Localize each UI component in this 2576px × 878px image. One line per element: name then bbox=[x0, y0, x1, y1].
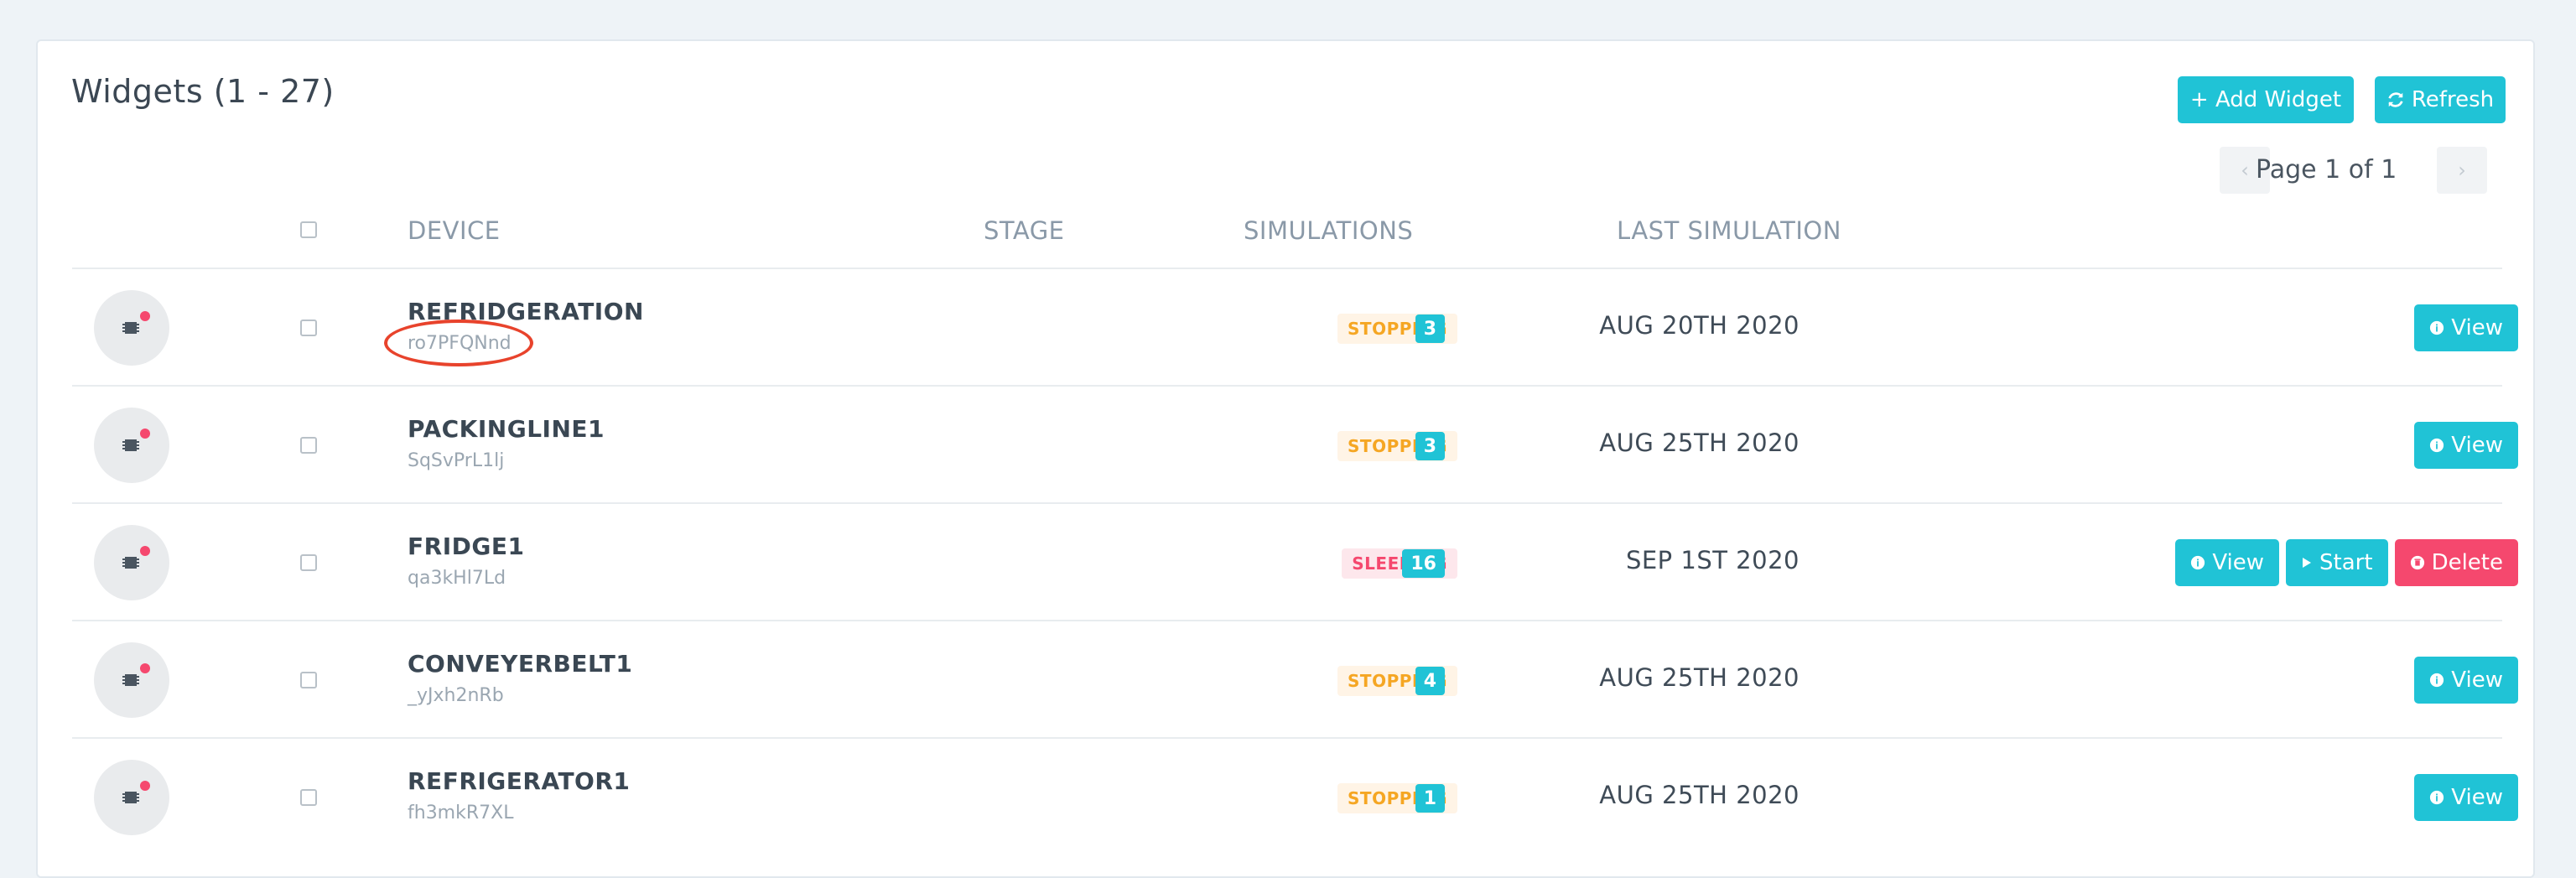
last-simulation-date: AUG 25TH 2020 bbox=[1599, 429, 1800, 457]
device-chip-icon bbox=[122, 674, 139, 686]
row-checkbox[interactable] bbox=[300, 672, 317, 688]
last-simulation-date: AUG 20TH 2020 bbox=[1599, 311, 1800, 340]
last-simulation-date: AUG 25TH 2020 bbox=[1599, 781, 1800, 809]
page-indicator: Page 1 of 1 bbox=[2256, 155, 2397, 184]
start-button[interactable]: Start bbox=[2286, 539, 2388, 586]
device-id: _yJxh2nRb bbox=[408, 685, 504, 706]
view-label: View bbox=[2451, 785, 2503, 810]
row-actions: View bbox=[2414, 304, 2518, 351]
view-label: View bbox=[2451, 668, 2503, 693]
device-chip-icon bbox=[122, 792, 139, 803]
view-label: View bbox=[2451, 433, 2503, 458]
row-actions: View Start Delete bbox=[2175, 539, 2518, 586]
device-avatar bbox=[94, 408, 169, 483]
device-avatar bbox=[94, 290, 169, 366]
next-page-button[interactable]: › bbox=[2437, 147, 2487, 194]
row-checkbox[interactable] bbox=[300, 789, 317, 806]
last-simulation-date: AUG 25TH 2020 bbox=[1599, 663, 1800, 692]
device-chip-icon bbox=[122, 557, 139, 569]
status-dot bbox=[140, 546, 150, 556]
simulations-count: 3 bbox=[1415, 432, 1445, 460]
device-avatar bbox=[94, 525, 169, 600]
table-row: FRIDGE1 qa3kHl7Ld SLEEPING 16 SEP 1ST 20… bbox=[36, 504, 2535, 621]
device-name: REFRIGERATOR1 bbox=[408, 767, 631, 795]
view-button[interactable]: View bbox=[2414, 304, 2518, 351]
row-actions: View bbox=[2414, 422, 2518, 469]
chevron-right-icon: › bbox=[2458, 158, 2466, 182]
device-avatar bbox=[94, 760, 169, 835]
device-name: PACKINGLINE1 bbox=[408, 415, 605, 443]
refresh-icon bbox=[2388, 92, 2403, 107]
view-label: View bbox=[2212, 550, 2265, 575]
row-actions: View bbox=[2414, 657, 2518, 704]
device-avatar bbox=[94, 642, 169, 718]
status-dot bbox=[140, 311, 150, 321]
table-row: PACKINGLINE1 SqSvPrL1lj STOPPING 3 AUG 2… bbox=[36, 387, 2535, 504]
delete-button[interactable]: Delete bbox=[2394, 539, 2518, 586]
simulations-count: 4 bbox=[1415, 667, 1445, 695]
info-icon bbox=[2430, 320, 2444, 335]
row-checkbox[interactable] bbox=[300, 437, 317, 454]
status-dot bbox=[140, 429, 150, 439]
status-dot bbox=[140, 781, 150, 791]
select-all-checkbox[interactable] bbox=[300, 221, 317, 238]
info-icon bbox=[2191, 555, 2205, 570]
add-widget-button[interactable]: + Add Widget bbox=[2178, 76, 2354, 123]
column-header-last-simulation: LAST SIMULATION bbox=[1617, 216, 1841, 245]
row-checkbox[interactable] bbox=[300, 554, 317, 571]
simulations-count: 1 bbox=[1415, 784, 1445, 813]
info-icon bbox=[2430, 673, 2444, 688]
column-header-device: DEVICE bbox=[408, 216, 501, 245]
start-label: Start bbox=[2319, 550, 2373, 575]
info-icon bbox=[2430, 790, 2444, 805]
delete-label: Delete bbox=[2431, 550, 2503, 575]
info-icon bbox=[2430, 438, 2444, 453]
device-chip-icon bbox=[122, 439, 139, 451]
column-header-stage: STAGE bbox=[984, 216, 1065, 245]
device-name: FRIDGE1 bbox=[408, 533, 525, 560]
device-chip-icon bbox=[122, 322, 139, 334]
play-icon bbox=[2303, 558, 2312, 568]
device-name: CONVEYERBELT1 bbox=[408, 650, 633, 678]
last-simulation-date: SEP 1ST 2020 bbox=[1625, 546, 1800, 574]
annotation-highlight bbox=[384, 320, 533, 366]
view-button[interactable]: View bbox=[2175, 539, 2280, 586]
device-id: SqSvPrL1lj bbox=[408, 450, 505, 471]
add-widget-label: + Add Widget bbox=[2189, 87, 2342, 112]
view-button[interactable]: View bbox=[2414, 422, 2518, 469]
simulations-count: 16 bbox=[1402, 549, 1445, 578]
row-checkbox[interactable] bbox=[300, 320, 317, 336]
device-id: qa3kHl7Ld bbox=[408, 568, 506, 589]
simulations-count: 3 bbox=[1415, 314, 1445, 343]
chevron-left-icon: ‹ bbox=[2241, 158, 2249, 182]
table-row: CONVEYERBELT1 _yJxh2nRb STOPPING 4 AUG 2… bbox=[36, 621, 2535, 739]
refresh-button[interactable]: Refresh bbox=[2375, 76, 2506, 123]
view-label: View bbox=[2451, 315, 2503, 340]
trash-icon bbox=[2410, 555, 2424, 570]
device-id: fh3mkR7XL bbox=[408, 803, 514, 823]
refresh-label: Refresh bbox=[2411, 87, 2495, 112]
view-button[interactable]: View bbox=[2414, 657, 2518, 704]
column-header-simulations: SIMULATIONS bbox=[1244, 216, 1414, 245]
row-actions: View bbox=[2414, 774, 2518, 821]
status-dot bbox=[140, 663, 150, 673]
page-title: Widgets (1 - 27) bbox=[71, 73, 335, 110]
view-button[interactable]: View bbox=[2414, 774, 2518, 821]
table-row: REFRIGERATOR1 fh3mkR7XL STOPPING 1 AUG 2… bbox=[36, 739, 2535, 856]
